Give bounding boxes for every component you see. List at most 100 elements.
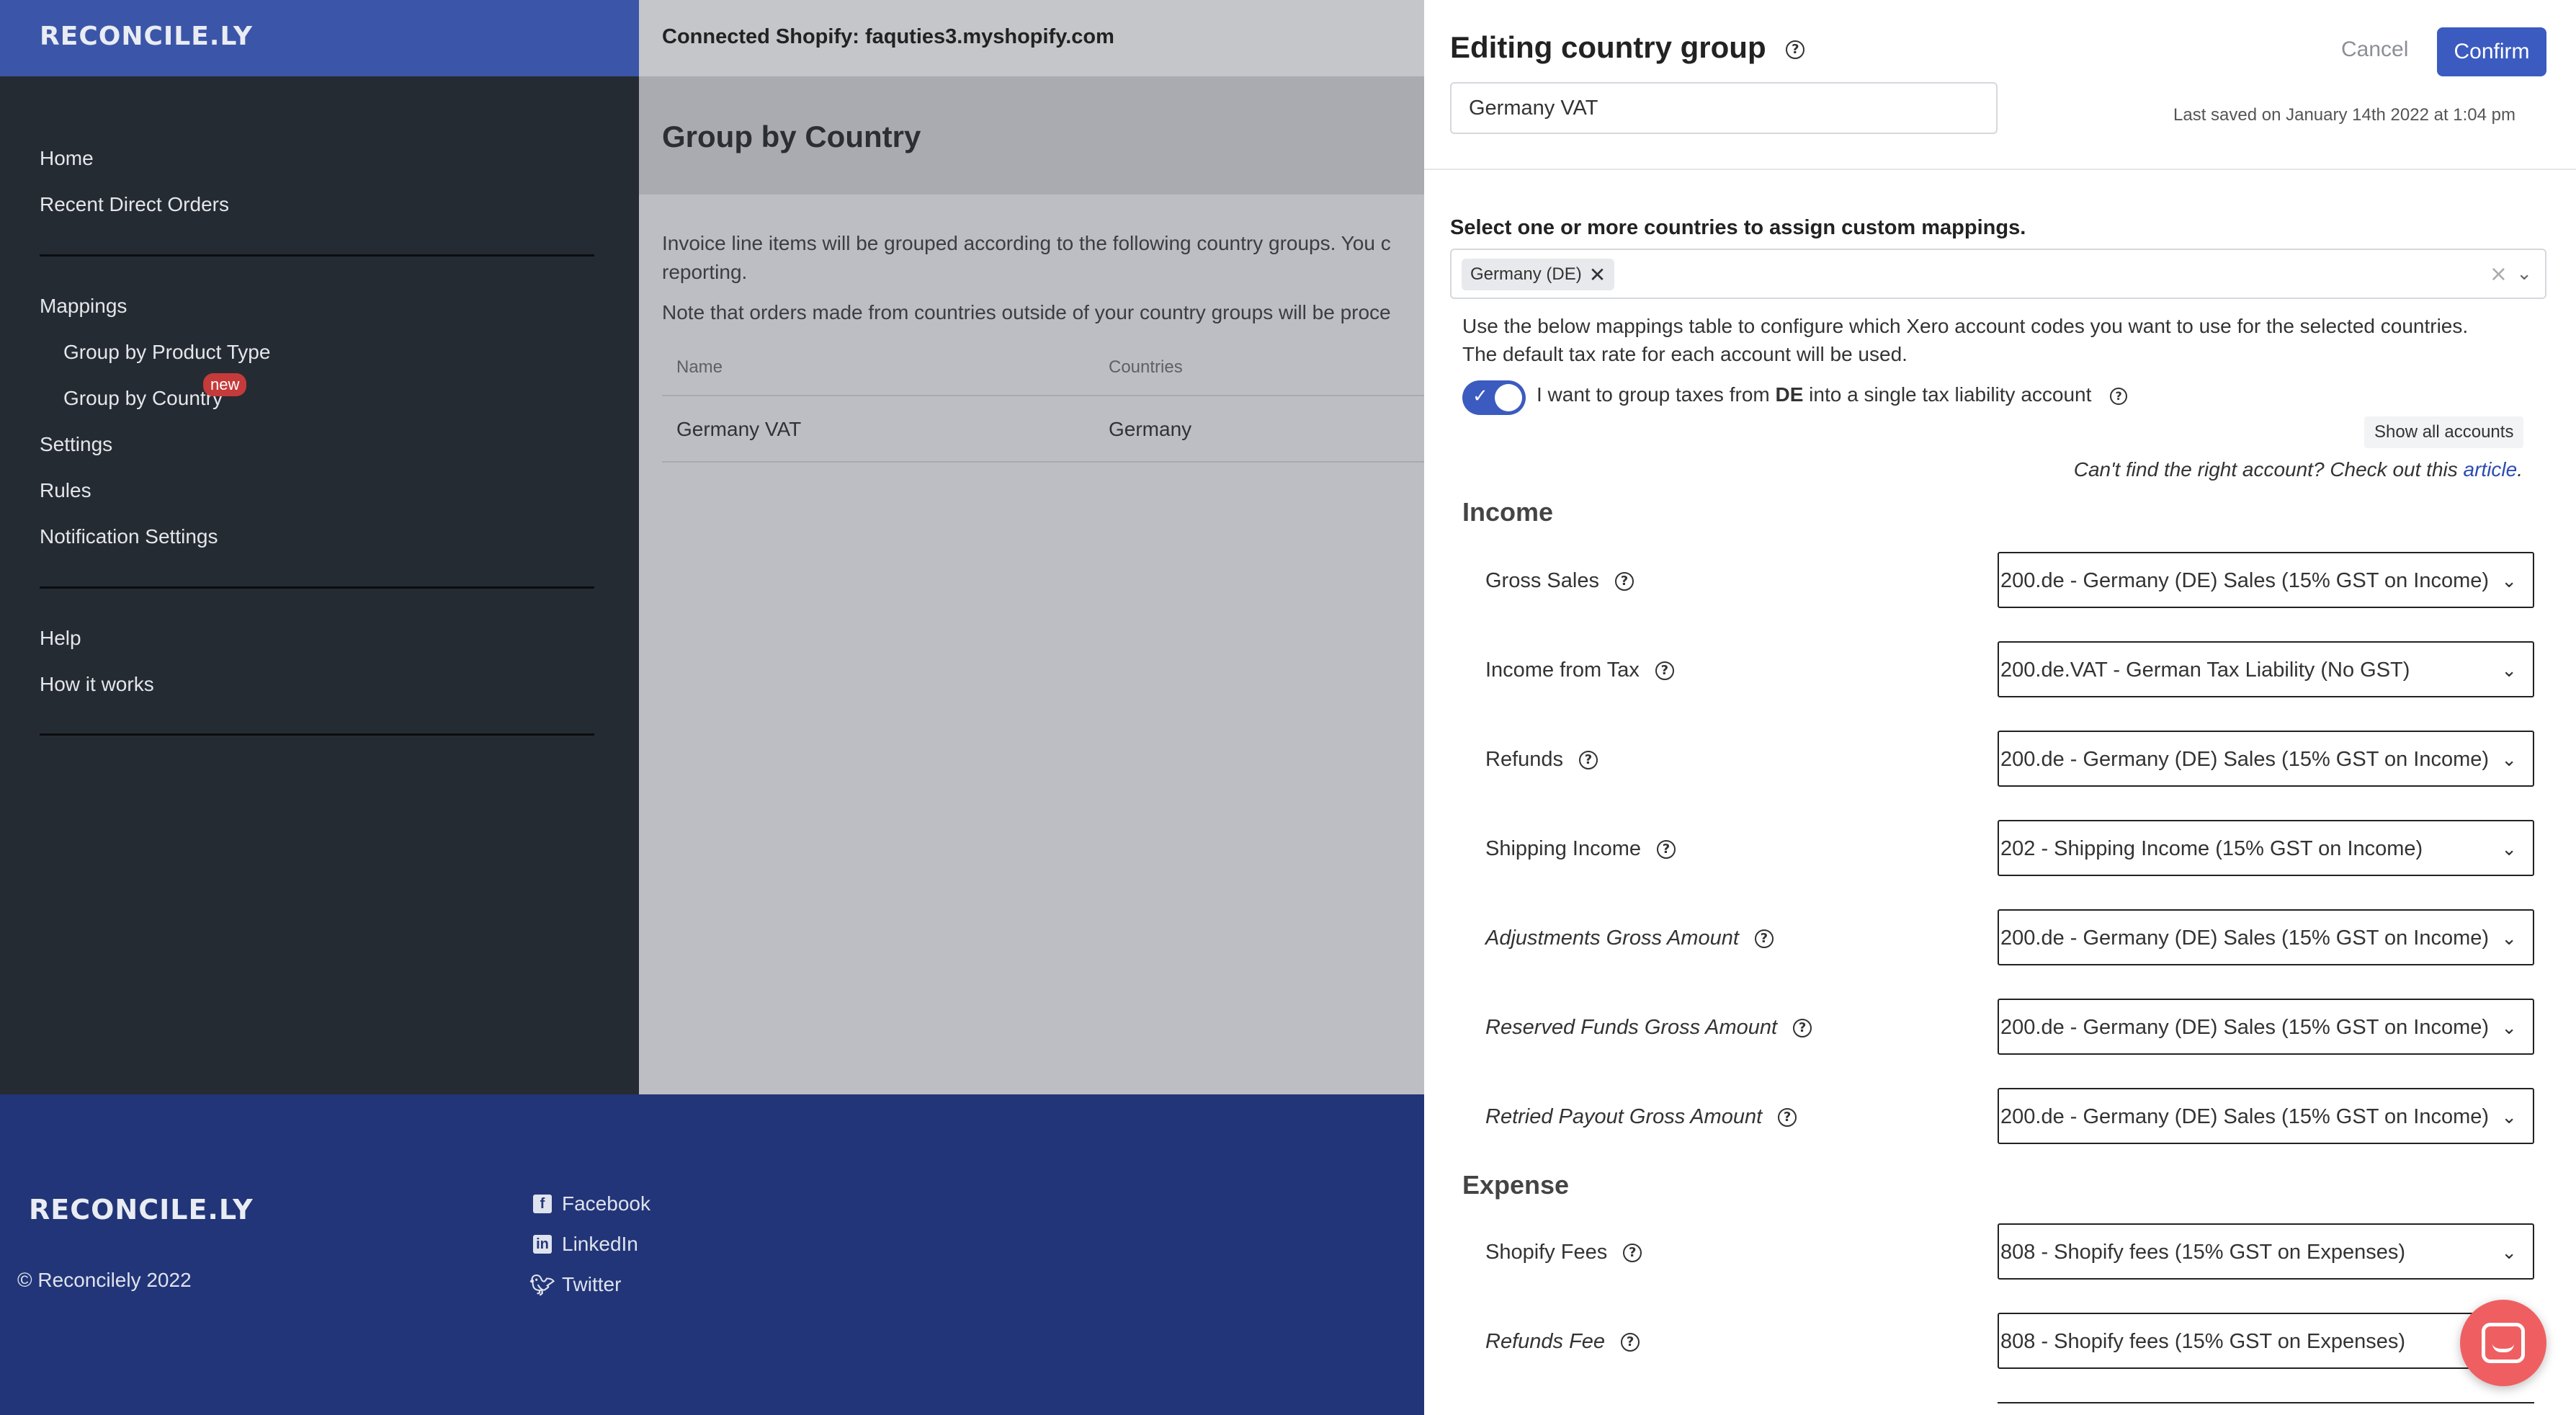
linkedin-icon: in [533, 1235, 552, 1254]
table-cell-name[interactable]: Germany VAT [676, 418, 801, 441]
help-circle-icon[interactable]: ? [1623, 1243, 1642, 1262]
chat-smile [2492, 1344, 2514, 1352]
help-circle-icon[interactable]: ? [1657, 839, 1676, 859]
chevron-down-icon: ⌄ [2501, 1242, 2517, 1264]
help-text-body: Can't find the right account? Check out … [2073, 458, 2464, 481]
mapping-description: Use the below mappings table to configur… [1462, 315, 2469, 337]
help-circle-icon[interactable]: ? [1754, 929, 1774, 948]
help-circle-icon[interactable]: ? [1621, 1332, 1640, 1352]
account-select[interactable] [1998, 1402, 2534, 1415]
help-circle-icon[interactable]: ? [1614, 571, 1634, 591]
country-chip: Germany (DE) ✕ [1462, 259, 1615, 290]
sidebar-item-notification-settings[interactable]: Notification Settings [40, 525, 218, 548]
account-select[interactable]: 200.de - Germany (DE) Sales (15% GST on … [1998, 909, 2534, 965]
footer: RECONCILE.LY © Reconcilely 2022 f Facebo… [0, 1094, 1424, 1415]
chevron-down-icon: ⌄ [2501, 660, 2517, 682]
connected-store: Connected Shopify: faquties3.myshopify.c… [662, 25, 1114, 48]
account-select-value: 202 - Shipping Income (15% GST on Income… [2000, 837, 2423, 860]
copyright: © Reconcilely 2022 [17, 1269, 192, 1291]
sidebar-item-how-it-works[interactable]: How it works [40, 673, 154, 696]
main-content: Connected Shopify: faquties3.myshopify.c… [639, 0, 1424, 1094]
mapping-row: Gross Sales? 200.de - Germany (DE) Sales… [1424, 552, 2576, 610]
cancel-button[interactable]: Cancel [2341, 37, 2408, 62]
country-select-label: Select one or more countries to assign c… [1450, 216, 2026, 239]
account-select[interactable]: 200.de - Germany (DE) Sales (15% GST on … [1998, 731, 2534, 787]
sidebar-divider [40, 254, 594, 256]
chevron-down-icon: ⌄ [2501, 928, 2517, 950]
chevron-down-icon: ⌄ [2501, 1017, 2517, 1039]
help-circle-icon[interactable]: ? [1778, 1107, 1797, 1127]
last-saved-text: Last saved on January 14th 2022 at 1:04 … [2173, 105, 2515, 125]
sidebar-item-home[interactable]: Home [40, 147, 94, 170]
app-topbar: RECONCILE.LY [0, 0, 639, 76]
page-header: Group by Country [639, 76, 1424, 195]
account-select[interactable]: 200.de.VAT - German Tax Liability (No GS… [1998, 641, 2534, 697]
footer-link-facebook[interactable]: f Facebook [533, 1192, 650, 1215]
account-select[interactable]: 200.de - Germany (DE) Sales (15% GST on … [1998, 999, 2534, 1055]
account-select[interactable]: 808 - Shopify fees (15% GST on Expenses)… [1998, 1223, 2534, 1280]
show-all-accounts-button[interactable]: Show all accounts [2364, 416, 2524, 448]
footer-logo: RECONCILE.LY [29, 1194, 254, 1226]
intro-text: Invoice line items will be grouped accor… [662, 232, 1391, 254]
sidebar-item-mappings[interactable]: Mappings [40, 295, 127, 318]
sidebar-item-group-by-product-type[interactable]: Group by Product Type [63, 341, 270, 364]
account-select[interactable]: 200.de - Germany (DE) Sales (15% GST on … [1998, 552, 2534, 608]
group-name-input[interactable] [1450, 82, 1998, 134]
group-taxes-toggle[interactable]: ✓ [1462, 380, 1526, 415]
sidebar-item-rules[interactable]: Rules [40, 479, 91, 502]
facebook-icon: f [533, 1195, 552, 1213]
mapping-label: Refunds? [1485, 748, 1598, 772]
chevron-down-icon[interactable]: ⌄ [2516, 263, 2532, 285]
mapping-label-text: Shopify Fees [1485, 1241, 1608, 1264]
sidebar-item-help[interactable]: Help [40, 627, 81, 650]
account-select[interactable]: 200.de - Germany (DE) Sales (15% GST on … [1998, 1088, 2534, 1144]
mapping-row: Refunds? 200.de - Germany (DE) Sales (15… [1424, 731, 2576, 788]
sidebar-item-recent-direct-orders[interactable]: Recent Direct Orders [40, 193, 229, 216]
help-circle-icon[interactable]: ? [1786, 40, 1805, 59]
twitter-icon: 🐦︎ [529, 1273, 555, 1296]
account-select[interactable]: 808 - Shopify fees (15% GST on Expenses)… [1998, 1313, 2534, 1369]
mapping-label-text: Shipping Income [1485, 837, 1642, 860]
account-select[interactable]: 202 - Shipping Income (15% GST on Income… [1998, 820, 2534, 876]
account-select-value: 808 - Shopify fees (15% GST on Expenses) [2000, 1241, 2406, 1264]
income-heading: Income [1462, 497, 1554, 527]
edit-country-group-panel: Editing country group ? Cancel Confirm L… [1424, 0, 2576, 1415]
confirm-button[interactable]: Confirm [2437, 27, 2546, 76]
brand-logo[interactable]: RECONCILE.LY [40, 22, 253, 51]
article-link[interactable]: article [2464, 458, 2518, 481]
clear-icon[interactable]: × [2490, 262, 2508, 287]
group-taxes-label: I want to group taxes from DE into a sin… [1537, 383, 2128, 406]
mapping-row: Shopify Fees? 808 - Shopify fees (15% GS… [1424, 1223, 2576, 1281]
toggle-knob [1495, 384, 1522, 411]
check-icon: ✓ [1472, 385, 1488, 407]
mapping-label-text: Retried Payout Gross Amount [1485, 1105, 1763, 1128]
account-select-value: 200.de - Germany (DE) Sales (15% GST on … [2000, 748, 2490, 771]
country-chip-label: Germany (DE) [1470, 264, 1582, 284]
remove-chip-icon[interactable]: ✕ [1589, 263, 1606, 287]
help-circle-icon[interactable]: ? [1793, 1018, 1812, 1037]
country-multiselect[interactable]: Germany (DE) ✕ × ⌄ [1450, 249, 2546, 299]
sidebar-item-settings[interactable]: Settings [40, 433, 112, 456]
mapping-row: Shipping Income? 202 - Shipping Income (… [1424, 820, 2576, 878]
mapping-row: Refunds Fee? 808 - Shopify fees (15% GST… [1424, 1313, 2576, 1370]
mapping-label: Retried Payout Gross Amount? [1485, 1105, 1797, 1129]
table-divider [662, 395, 1424, 396]
footer-link-twitter[interactable]: 🐦︎ Twitter [529, 1273, 622, 1296]
toggle-label-text: I want to group taxes from [1537, 383, 1776, 406]
toggle-label-country: DE [1775, 383, 1804, 406]
help-circle-icon[interactable]: ? [2110, 387, 2128, 405]
help-text: Can't find the right account? Check out … [2062, 458, 2523, 481]
chat-launcher-button[interactable] [2460, 1300, 2546, 1386]
chevron-down-icon: ⌄ [2501, 571, 2517, 592]
help-circle-icon[interactable]: ? [1579, 750, 1598, 769]
account-select-value: 200.de - Germany (DE) Sales (15% GST on … [2000, 927, 2490, 950]
footer-link-label: Twitter [562, 1273, 622, 1295]
help-circle-icon[interactable]: ? [1655, 661, 1674, 680]
mapping-label: Refunds Fee? [1485, 1330, 1640, 1354]
main-topbar: Connected Shopify: faquties3.myshopify.c… [639, 0, 1424, 76]
footer-link-linkedin[interactable]: in LinkedIn [533, 1233, 638, 1256]
mapping-row: Retried Payout Gross Amount? 200.de - Ge… [1424, 1088, 2576, 1146]
sidebar-item-group-by-country[interactable]: Group by Country [63, 387, 223, 410]
mapping-label: Shipping Income? [1485, 837, 1676, 861]
footer-link-label: Facebook [562, 1192, 650, 1215]
